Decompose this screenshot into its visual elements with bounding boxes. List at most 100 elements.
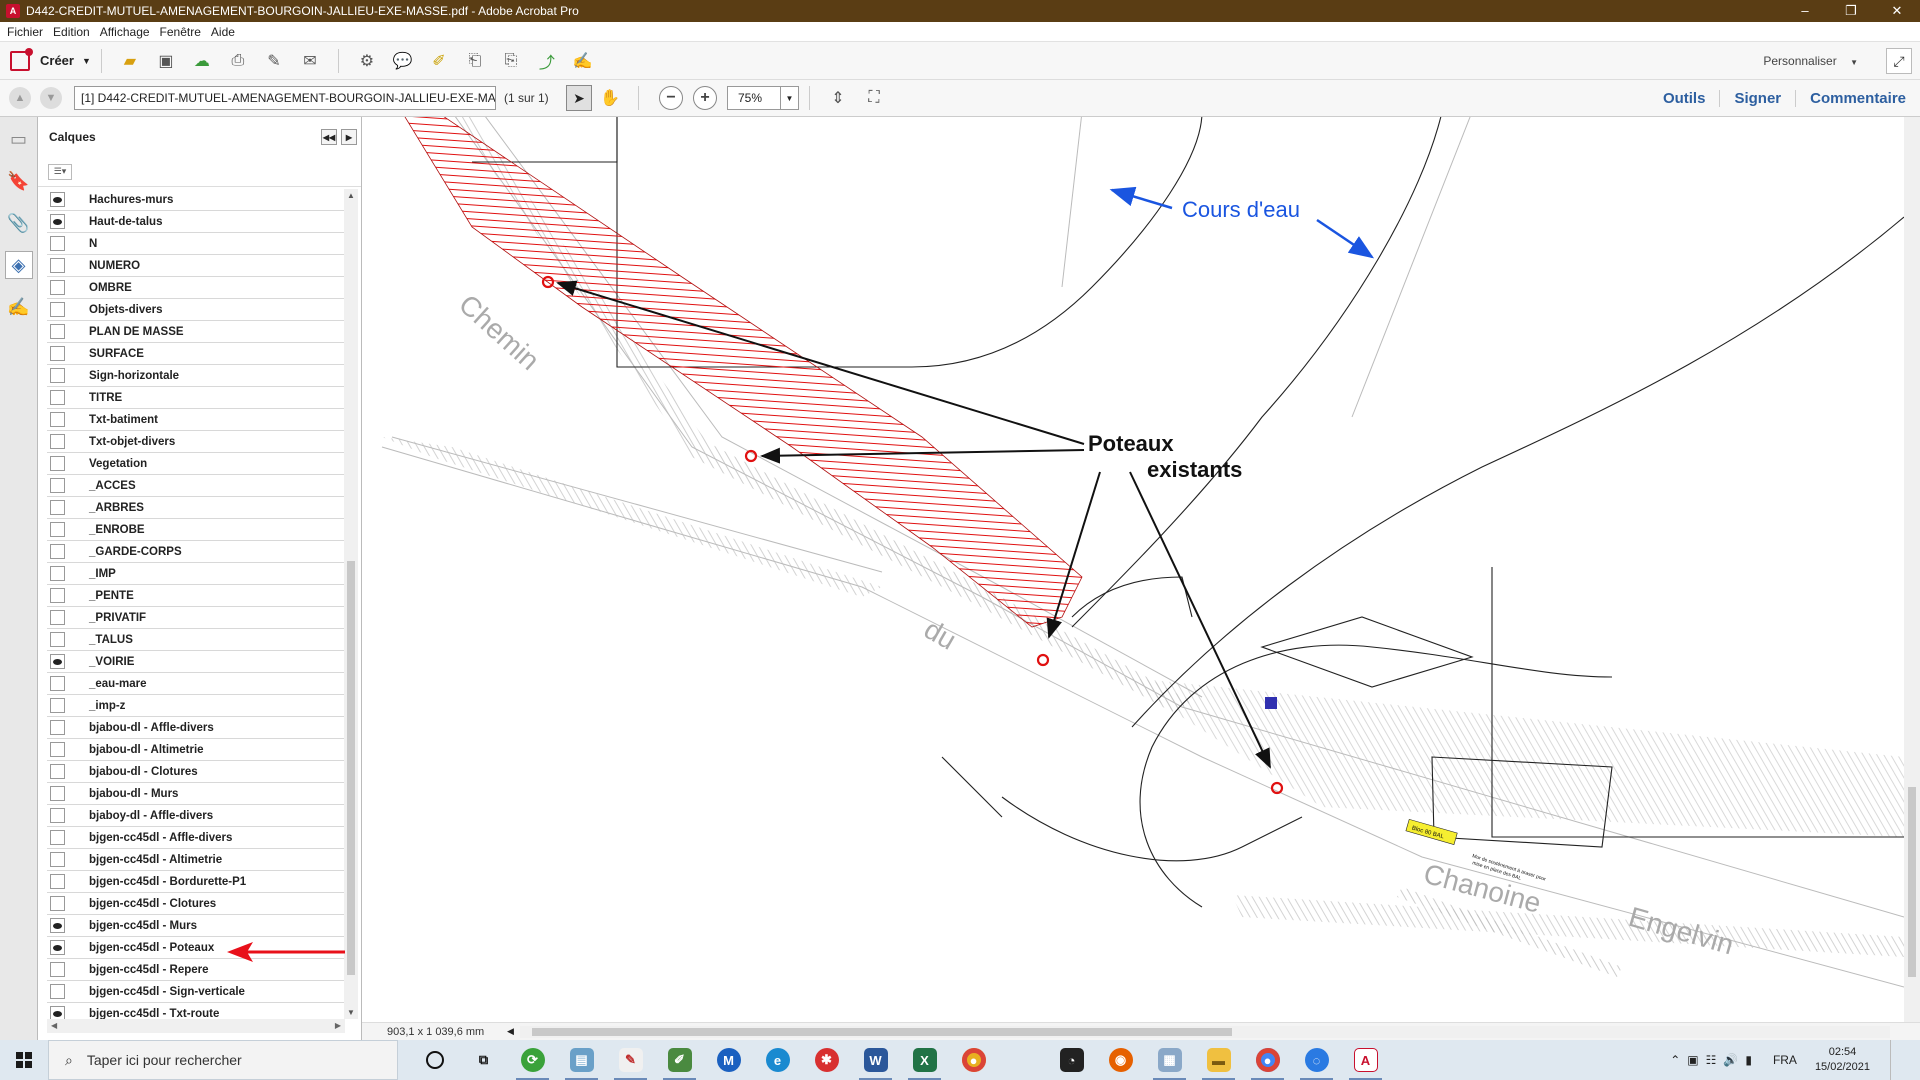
visibility-eye-icon[interactable] (50, 808, 65, 823)
layer-row[interactable]: NUMERO (47, 255, 347, 277)
visibility-eye-icon[interactable] (50, 258, 65, 273)
acrobat-taskbar-icon[interactable]: A (1341, 1040, 1390, 1080)
visibility-eye-icon[interactable] (50, 192, 65, 207)
layers-scrollbar[interactable]: ▲ ▼ (344, 189, 358, 1019)
word-icon[interactable]: W (851, 1040, 900, 1080)
menu-aide[interactable]: Aide (211, 25, 235, 39)
visibility-eye-icon[interactable] (50, 676, 65, 691)
layer-row[interactable]: SURFACE (47, 343, 347, 365)
layer-row[interactable]: Objets-divers (47, 299, 347, 321)
visibility-eye-icon[interactable] (50, 764, 65, 779)
layer-row[interactable]: bjgen-cc45dl - Bordurette-P1 (47, 871, 347, 893)
previous-page-icon[interactable]: ▲ (9, 87, 31, 109)
layers-horizontal-scrollbar[interactable]: ◀ ▶ (47, 1019, 345, 1033)
layer-row[interactable]: bjabou-dl - Altimetrie (47, 739, 347, 761)
layer-row[interactable]: bjabou-dl - Affle-divers (47, 717, 347, 739)
layer-row[interactable]: Txt-batiment (47, 409, 347, 431)
print-icon[interactable]: ⎙ (226, 49, 250, 73)
menu-fichier[interactable]: Fichier (7, 25, 43, 39)
start-button[interactable] (0, 1040, 48, 1080)
scrollbar-thumb[interactable] (347, 561, 355, 975)
visibility-eye-icon[interactable] (50, 632, 65, 647)
bookmarks-icon[interactable]: 🔖 (5, 167, 33, 195)
layer-row[interactable]: Txt-objet-divers (47, 431, 347, 453)
layer-row[interactable]: bjaboy-dl - Affle-divers (47, 805, 347, 827)
layer-row[interactable]: bjabou-dl - Murs (47, 783, 347, 805)
visibility-eye-icon[interactable] (50, 302, 65, 317)
expand-icon[interactable]: ⤢ (1886, 48, 1912, 74)
layer-row[interactable]: _IMP (47, 563, 347, 585)
visibility-eye-icon[interactable] (50, 896, 65, 911)
visibility-eye-icon[interactable] (50, 434, 65, 449)
document-name-field[interactable]: [1] D442-CREDIT-MUTUEL-AMENAGEMENT-BOURG… (74, 86, 496, 110)
edge-icon[interactable]: e (753, 1040, 802, 1080)
document-horizontal-scrollbar[interactable] (519, 1025, 1890, 1038)
visibility-eye-icon[interactable] (50, 654, 65, 669)
firefox-icon[interactable]: ◉ (1096, 1040, 1145, 1080)
visibility-eye-icon[interactable] (50, 852, 65, 867)
visibility-eye-icon[interactable] (50, 1006, 65, 1019)
visibility-eye-icon[interactable] (50, 698, 65, 713)
layer-row[interactable]: _ACCES (47, 475, 347, 497)
app-icon-gallery[interactable]: ▦ (1145, 1040, 1194, 1080)
layer-row[interactable]: bjgen-cc45dl - Altimetrie (47, 849, 347, 871)
visibility-eye-icon[interactable] (50, 874, 65, 889)
document-scrollbar[interactable] (1904, 117, 1920, 1022)
visibility-eye-icon[interactable] (50, 544, 65, 559)
scroll-up-icon[interactable]: ▲ (344, 191, 358, 200)
menu-edition[interactable]: Edition (53, 25, 90, 39)
attachments-icon[interactable]: 📎 (5, 209, 33, 237)
visibility-eye-icon[interactable] (50, 984, 65, 999)
zoom-in-icon[interactable]: + (693, 86, 717, 110)
create-button[interactable]: Créer ▼ (10, 47, 91, 71)
task-view-icon[interactable]: ⧉ (459, 1040, 508, 1080)
visibility-eye-icon[interactable] (50, 280, 65, 295)
language-indicator[interactable]: FRA (1773, 1053, 1797, 1067)
visibility-eye-icon[interactable] (50, 214, 65, 229)
layer-row[interactable]: Hachures-murs (47, 189, 347, 211)
visibility-eye-icon[interactable] (50, 236, 65, 251)
layer-row[interactable]: Vegetation (47, 453, 347, 475)
layer-row[interactable]: bjgen-cc45dl - Murs (47, 915, 347, 937)
customize-dropdown[interactable]: Personnaliser ▼ (1763, 54, 1858, 68)
fit-page-icon[interactable]: ⇕ (826, 86, 850, 110)
visibility-eye-icon[interactable] (50, 720, 65, 735)
hand-tool-icon[interactable]: ✋ (598, 86, 622, 110)
minimize-button[interactable]: – (1782, 3, 1828, 19)
comment-icon[interactable]: 💬 (391, 49, 415, 73)
visibility-eye-icon[interactable] (50, 830, 65, 845)
sign-link[interactable]: Signer (1719, 90, 1795, 107)
next-page-icon[interactable]: ▼ (40, 87, 62, 109)
tray-icons[interactable]: ⌃▣☷🔊▮ (1670, 1053, 1759, 1067)
file-explorer-icon[interactable]: ▬ (1194, 1040, 1243, 1080)
menu-fenetre[interactable]: Fenêtre (160, 25, 201, 39)
cortana-icon[interactable] (410, 1040, 459, 1080)
visibility-eye-icon[interactable] (50, 566, 65, 581)
menu-affichage[interactable]: Affichage (100, 25, 150, 39)
layer-row[interactable]: N (47, 233, 347, 255)
close-button[interactable]: ✕ (1874, 3, 1920, 19)
open-icon[interactable]: ▰ (118, 49, 142, 73)
layer-row[interactable]: _PRIVATIF (47, 607, 347, 629)
visibility-eye-icon[interactable] (50, 962, 65, 977)
visibility-eye-icon[interactable] (50, 940, 65, 955)
visibility-eye-icon[interactable] (50, 610, 65, 625)
layer-row[interactable]: PLAN DE MASSE (47, 321, 347, 343)
layer-row[interactable]: _VOIRIE (47, 651, 347, 673)
layer-row[interactable]: _GARDE-CORPS (47, 541, 347, 563)
chat-icon[interactable]: ◌ (1292, 1040, 1341, 1080)
layer-row[interactable]: Sign-horizontale (47, 365, 347, 387)
scrollbar-thumb[interactable] (531, 1027, 1232, 1036)
layer-row[interactable]: TITRE (47, 387, 347, 409)
visibility-eye-icon[interactable] (50, 390, 65, 405)
document-view[interactable]: Poteaux existants Cours d'eau Chemin du … (362, 117, 1920, 1022)
app-icon-drawing[interactable]: ✎ (606, 1040, 655, 1080)
edit-icon[interactable]: ✎ (262, 49, 286, 73)
visibility-eye-icon[interactable] (50, 500, 65, 515)
layer-row[interactable]: bjgen-cc45dl - Affle-divers (47, 827, 347, 849)
taskbar-search[interactable]: ⌕ Taper ici pour rechercher (48, 1040, 398, 1080)
chrome-icon[interactable]: ● (949, 1040, 998, 1080)
app-icon-editor[interactable]: ✐ (655, 1040, 704, 1080)
clock[interactable]: 02:54 15/02/2021 (1815, 1045, 1870, 1075)
fill-icon[interactable]: ✍ (571, 49, 595, 73)
